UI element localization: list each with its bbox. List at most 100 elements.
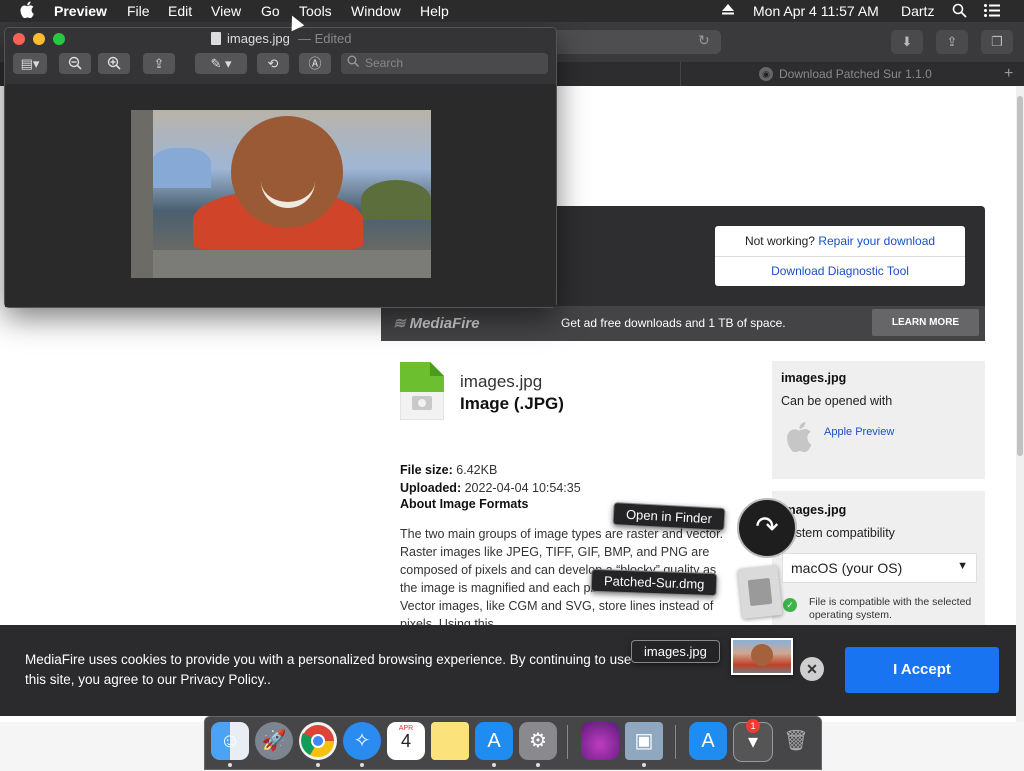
mediafire-logo[interactable]: ≋ MediaFire [393, 314, 480, 332]
learn-more-button[interactable]: LEARN MORE [872, 309, 979, 336]
search-input[interactable]: Search [341, 53, 548, 74]
search-icon[interactable] [952, 3, 967, 21]
apple-icon [786, 421, 812, 459]
caret-down-icon: ▼ [957, 560, 968, 572]
chrome-icon[interactable] [299, 722, 337, 760]
image-thumbnail[interactable] [731, 638, 793, 675]
calendar-icon[interactable]: APR 4 [387, 722, 425, 760]
not-working-label: Not working? [744, 234, 815, 248]
zoom-in-icon[interactable] [98, 53, 130, 74]
check-icon: ✓ [783, 598, 797, 612]
apple-icon[interactable] [20, 1, 34, 21]
card-subtitle: Can be opened with [781, 394, 893, 408]
card-subtitle: System compatibility [781, 526, 895, 540]
diagnostic-tool-link[interactable]: Download Diagnostic Tool [715, 264, 965, 278]
share-icon[interactable]: ⇪ [143, 53, 175, 74]
new-tab-icon[interactable]: + [1004, 62, 1013, 86]
menu-go[interactable]: Go [261, 3, 280, 19]
repair-line: Not working? Repair your download [715, 234, 965, 248]
app-store-icon[interactable]: A [475, 722, 513, 760]
image-wall [131, 110, 153, 278]
notification-badge: 1 [746, 719, 760, 733]
about-title: About Image Formats [400, 497, 529, 511]
apple-preview-link[interactable]: Apple Preview [824, 426, 894, 438]
image-sky [151, 148, 211, 188]
download-icon[interactable]: ⬇ [891, 30, 923, 54]
menu-bar: Preview File Edit View Go Tools Window H… [0, 0, 1024, 22]
url-field[interactable] [556, 30, 721, 54]
launchpad-icon[interactable]: 🚀 [255, 722, 293, 760]
edited-status: — Edited [298, 31, 352, 46]
minimize-window-button[interactable] [33, 33, 45, 45]
menu-edit[interactable]: Edit [168, 3, 192, 19]
annotate-icon[interactable]: Ⓐ [299, 53, 331, 74]
file-name: images.jpg [460, 372, 543, 391]
repair-download-link[interactable]: Repair your download [818, 234, 935, 248]
os-select[interactable]: macOS (your OS) ▼ [782, 553, 977, 583]
preview-window: images.jpg — Edited ▤▾ ⇪ ✎ ▾ ⟲ Ⓐ Search [4, 27, 557, 308]
image-face [231, 116, 343, 228]
menu-clock[interactable]: Mon Apr 4 11:57 AM [753, 3, 879, 19]
menu-tools[interactable]: Tools [299, 3, 332, 19]
accept-button[interactable]: I Accept [845, 647, 999, 693]
app-store-icon[interactable]: A [689, 722, 727, 760]
os-select-value: macOS (your OS) [791, 560, 903, 576]
preview-content [5, 84, 556, 307]
preview-icon[interactable]: ▣ [625, 722, 663, 760]
promo-text: Get ad free downloads and 1 TB of space. [561, 316, 786, 330]
menu-view[interactable]: View [211, 3, 241, 19]
open-with-card: images.jpg Can be opened with Apple Prev… [772, 361, 985, 479]
images-jpg-label[interactable]: images.jpg [631, 640, 720, 663]
rotate-icon[interactable]: ⟲ [257, 53, 289, 74]
image-bush [361, 180, 431, 220]
cookie-text: MediaFire uses cookies to provide you wi… [25, 652, 632, 687]
thumbnail-face [751, 644, 773, 666]
tab-download-patched-sur[interactable]: ◉ Download Patched Sur 1.1.0 [680, 62, 997, 86]
sidebar-toggle-icon[interactable]: ▤▾ [13, 53, 47, 74]
search-icon [347, 55, 359, 70]
menu-file[interactable]: File [127, 3, 150, 19]
menu-window[interactable]: Window [351, 3, 401, 19]
image-ground [131, 250, 431, 278]
zoom-out-icon[interactable] [59, 53, 91, 74]
mediafire-icon: ≋ [393, 315, 406, 332]
notes-icon[interactable] [431, 722, 469, 760]
card-title: images.jpg [781, 371, 847, 385]
finder-icon[interactable]: ☺ [211, 722, 249, 760]
system-compatibility-card: images.jpg System compatibility macOS (y… [772, 491, 985, 631]
share-arrow-icon[interactable]: ↷ [737, 498, 797, 558]
patched-sur-dmg-label[interactable]: Patched-Sur.dmg [590, 568, 718, 597]
scroll-thumb[interactable] [1017, 96, 1023, 456]
file-size: File size: 6.42KB [400, 463, 498, 477]
app-menu-preview[interactable]: Preview [54, 3, 107, 19]
close-window-button[interactable] [13, 33, 25, 45]
menu-help[interactable]: Help [420, 3, 449, 19]
divider [715, 256, 965, 257]
image-file-icon [399, 361, 445, 421]
maximize-window-button[interactable] [53, 33, 65, 45]
mediafire-icon: ◉ [759, 67, 773, 81]
disk-image-icon[interactable] [737, 565, 783, 619]
compat-text: File is compatible with the selected ope… [809, 596, 972, 621]
trash-icon[interactable]: 🗑 [777, 722, 815, 760]
menu-user[interactable]: Dartz [901, 3, 934, 19]
cookie-banner: MediaFire uses cookies to provide you wi… [0, 625, 1016, 716]
tab-title: Download Patched Sur 1.1.0 [779, 67, 932, 81]
system-preferences-icon[interactable]: ⚙ [519, 722, 557, 760]
tabs-icon[interactable]: ❐ [981, 30, 1013, 54]
preview-titlebar[interactable]: images.jpg — Edited ▤▾ ⇪ ✎ ▾ ⟲ Ⓐ Search [5, 28, 556, 84]
close-icon[interactable]: ✕ [800, 657, 824, 681]
share-icon[interactable]: ⇪ [936, 30, 968, 54]
list-icon[interactable] [984, 4, 1000, 20]
eject-icon[interactable] [721, 2, 735, 19]
preview-image[interactable] [131, 110, 431, 278]
page-scrollbar[interactable] [1016, 86, 1024, 722]
installer-icon[interactable] [581, 722, 619, 760]
dock: ☺ 🚀 ✧ APR 4 A ⚙ 1 ▣ A ▾ 🗑 [204, 716, 822, 770]
window-title: images.jpg [227, 31, 290, 46]
document-icon [211, 32, 221, 45]
safari-icon[interactable]: ✧ [343, 722, 381, 760]
reload-icon[interactable]: ↻ [698, 32, 710, 49]
search-placeholder: Search [365, 56, 404, 70]
markup-pen-icon[interactable]: ✎ ▾ [195, 53, 247, 74]
